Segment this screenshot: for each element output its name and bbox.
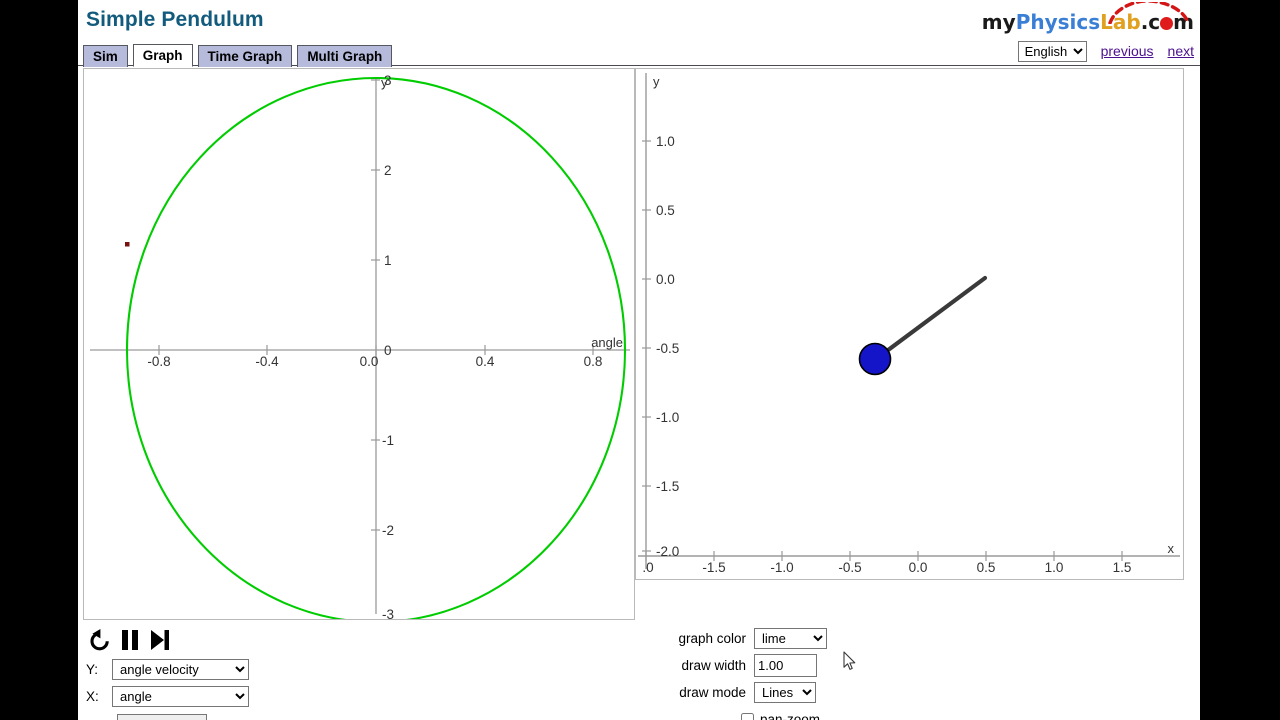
svg-text:-0.8: -0.8 [147, 354, 170, 369]
logo-red-dot-icon [1160, 17, 1174, 30]
draw-mode-label: draw mode [679, 684, 746, 700]
pan-zoom-label: pan-zoom [760, 711, 821, 720]
svg-text:-0.5: -0.5 [838, 560, 861, 575]
svg-text:1.0: 1.0 [656, 134, 675, 149]
rewind-button[interactable] [87, 628, 111, 652]
graph-y-tick-labels: 3 2 1 0 -1 -2 -3 [382, 73, 394, 619]
top-navigation: English previous next [1017, 40, 1194, 62]
tab-bar: Sim Graph Time Graph Multi Graph [83, 42, 393, 67]
sim-y-tick-labels: 1.0 0.5 0.0 -0.5 -1.0 -1.5 -2.0 [656, 134, 679, 559]
x-axis-label: X: [86, 688, 99, 704]
svg-text:0.8: 0.8 [584, 354, 603, 369]
pendulum-rod[interactable] [873, 275, 988, 362]
screen-root: Simple Pendulum myPhysicsLab.c m English … [0, 0, 1280, 720]
page-title: Simple Pendulum [86, 8, 264, 31]
previous-link[interactable]: previous [1101, 43, 1154, 59]
graph-x-tick-labels: -0.8 -0.4 0.0 0.4 0.8 [147, 354, 602, 369]
svg-text:-1.5: -1.5 [656, 479, 679, 494]
sim-y-axis-label: y [653, 74, 660, 89]
svg-text:-1.0: -1.0 [770, 560, 793, 575]
tab-time-graph[interactable]: Time Graph [197, 45, 293, 67]
pendulum-plot-area: 1.0 0.5 0.0 -0.5 -1.0 -1.5 -2.0 .0 -1.5 … [638, 73, 1180, 575]
pan-zoom-row: pan-zoom [741, 708, 983, 720]
app-page: Simple Pendulum myPhysicsLab.c m English … [78, 0, 1200, 720]
svg-text:0.0: 0.0 [360, 354, 379, 369]
tab-sim[interactable]: Sim [83, 45, 128, 67]
svg-text:1.0: 1.0 [1045, 560, 1064, 575]
page-header: Simple Pendulum myPhysicsLab.c m English … [78, 0, 1200, 67]
next-link[interactable]: next [1168, 43, 1194, 59]
pan-zoom-checkbox[interactable] [741, 712, 754, 720]
svg-text:-1.0: -1.0 [656, 410, 679, 425]
svg-text:0.4: 0.4 [476, 354, 495, 369]
svg-text:-1.5: -1.5 [702, 560, 725, 575]
svg-text:2: 2 [384, 163, 392, 178]
draw-mode-row: draw mode Lines [653, 679, 983, 705]
playback-controls [87, 625, 386, 655]
clear-graph-button[interactable] [117, 714, 207, 720]
graph-x-axis-label: angle [591, 335, 623, 350]
logo-text-my: my [981, 10, 1016, 34]
tab-multi-graph[interactable]: Multi Graph [297, 45, 393, 67]
graph-style-settings-panel: graph color lime draw width draw mode Li… [653, 625, 983, 720]
pendulum-bob[interactable] [858, 342, 892, 376]
svg-text:0.0: 0.0 [656, 272, 675, 287]
y-axis-variable-select[interactable]: angle velocity [112, 658, 249, 680]
step-forward-icon [151, 630, 169, 650]
svg-text:0.5: 0.5 [656, 203, 675, 218]
graph-color-label: graph color [678, 630, 746, 646]
svg-text:1.5: 1.5 [1113, 560, 1132, 575]
svg-text:-1: -1 [382, 433, 394, 448]
logo-text-physics: Physics [1015, 10, 1101, 34]
draw-mode-select[interactable]: Lines [754, 681, 816, 703]
graph-y-axis-label: y [381, 75, 388, 90]
svg-text:-3: -3 [382, 607, 394, 619]
phase-space-plot-area: 3 2 1 0 -1 -2 -3 -0.8 -0.4 0.0 0.4 0.8 a… [90, 73, 630, 619]
svg-text:.0: .0 [642, 560, 653, 575]
graph-color-select[interactable]: lime [754, 627, 827, 649]
logo-text-m: m [1173, 10, 1194, 34]
svg-text:1: 1 [384, 253, 392, 268]
draw-width-label: draw width [681, 657, 746, 673]
x-axis-variable-row: X: angle [86, 683, 386, 709]
logo-text-dotc: .c [1140, 10, 1161, 34]
current-state-marker [125, 242, 130, 247]
draw-width-row: draw width [653, 652, 983, 678]
graph-controls-panel: Y: angle velocity X: angle [86, 625, 386, 720]
graph-color-row: graph color lime [653, 625, 983, 651]
y-axis-label: Y: [86, 661, 99, 677]
x-axis-variable-select[interactable]: angle [112, 685, 249, 707]
logo-text-lab: Lab [1100, 10, 1141, 34]
tab-graph[interactable]: Graph [132, 44, 193, 67]
pause-icon [122, 630, 138, 650]
svg-text:-0.4: -0.4 [255, 354, 279, 369]
rewind-icon [90, 629, 109, 651]
sim-x-tick-labels: .0 -1.5 -1.0 -0.5 0.0 0.5 1.0 1.5 [642, 560, 1131, 575]
phase-space-graph[interactable]: 3 2 1 0 -1 -2 -3 -0.8 -0.4 0.0 0.4 0.8 a… [83, 68, 635, 620]
language-select[interactable]: English [1017, 40, 1087, 62]
svg-text:0.5: 0.5 [977, 560, 996, 575]
sim-x-axis-label: x [1168, 541, 1175, 556]
draw-width-input[interactable] [754, 653, 817, 677]
pendulum-simulation-view[interactable]: 1.0 0.5 0.0 -0.5 -1.0 -1.5 -2.0 .0 -1.5 … [635, 68, 1184, 580]
myphysicslab-logo: myPhysicsLab.c m [981, 2, 1194, 36]
svg-text:-0.5: -0.5 [656, 341, 679, 356]
svg-text:-2.0: -2.0 [656, 544, 679, 559]
step-forward-button[interactable] [149, 628, 171, 652]
y-axis-variable-row: Y: angle velocity [86, 656, 386, 682]
pause-button[interactable] [120, 628, 140, 652]
svg-text:0.0: 0.0 [909, 560, 928, 575]
svg-text:0: 0 [384, 343, 392, 358]
svg-text:-2: -2 [382, 523, 394, 538]
